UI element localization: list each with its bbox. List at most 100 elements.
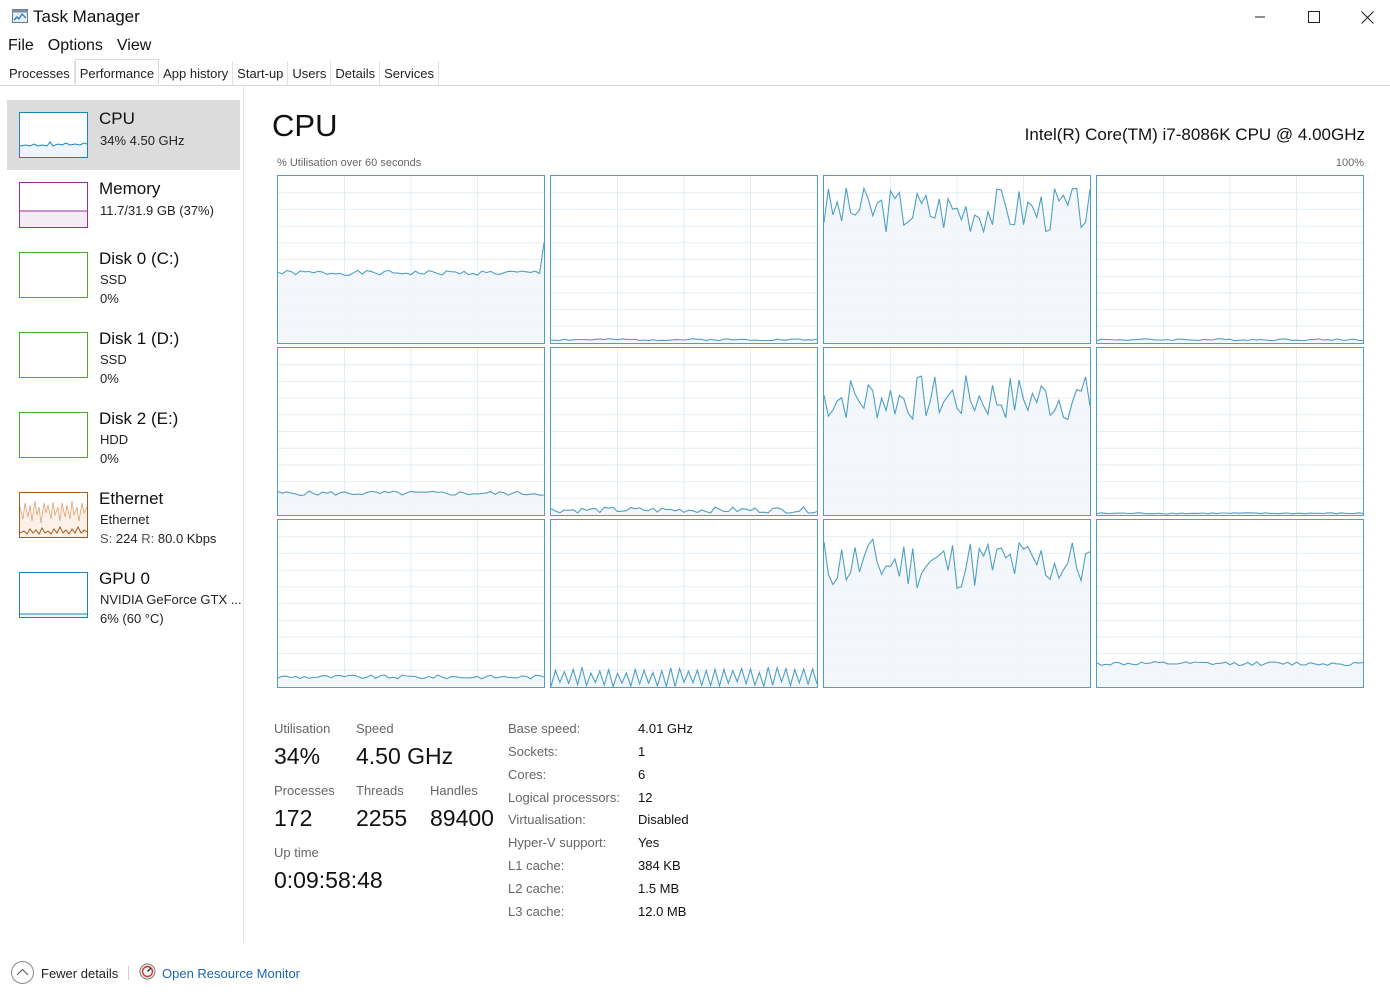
sidebar-item-cpu[interactable]: CPU 34% 4.50 GHz: [7, 100, 240, 170]
sidebar-item-disk-2-name: Disk 2 (E:): [99, 409, 179, 428]
ethernet-receive-label: R:: [141, 531, 155, 546]
cpu-core-graph-svg: [824, 348, 1090, 515]
tab-details[interactable]: Details: [331, 61, 381, 85]
graph-axis-label: % Utilisation over 60 seconds: [277, 157, 422, 169]
spec-value: 1: [638, 744, 646, 759]
sidebar-item-gpu-0-name: GPU 0: [99, 569, 151, 588]
sidebar-item-disk-0-name: Disk 0 (C:): [99, 249, 180, 268]
ethernet-mini-graph: [19, 492, 88, 538]
sidebar-item-gpu-0[interactable]: GPU 0 NVIDIA GeForce GTX ... 6% (60 °C): [7, 560, 242, 630]
sidebar-item-disk-2-type: HDD: [100, 432, 129, 447]
spec-value: Disabled: [638, 812, 689, 827]
sidebar-item-disk-1-name: Disk 1 (D:): [99, 329, 180, 348]
threads-value: 2255: [356, 805, 408, 831]
sidebar-item-disk-0-usage: 0%: [100, 291, 119, 306]
core-usage-area: [1097, 661, 1363, 687]
spec-label: Logical processors:: [508, 790, 620, 805]
processes-value: 172: [274, 805, 313, 831]
minimize-icon: [1255, 16, 1265, 18]
open-resource-monitor-link[interactable]: Open Resource Monitor: [162, 966, 300, 981]
tab-bar: Processes Performance App history Start-…: [0, 59, 1390, 86]
sidebar-item-disk-1-type: SSD: [100, 352, 127, 367]
sidebar-item-disk-2[interactable]: Disk 2 (E:) HDD 0%: [7, 400, 240, 470]
sidebar-item-disk-0[interactable]: Disk 0 (C:) SSD 0%: [7, 240, 240, 310]
sidebar-item-memory-usage: 11.7/31.9 GB (37%): [100, 203, 214, 218]
cpu-core-graph: [277, 175, 545, 344]
title-bar: Task Manager: [0, 0, 1390, 34]
fewer-details-button[interactable]: [11, 961, 34, 984]
sidebar-item-ethernet[interactable]: Ethernet Ethernet S: 224 R: 80.0 Kbps: [7, 480, 240, 550]
spec-value: 4.01 GHz: [638, 721, 693, 736]
cpu-core-graph: [1096, 175, 1364, 344]
cpu-core-graph-svg: [278, 348, 544, 515]
cpu-core-graph-svg: [1097, 348, 1363, 515]
core-usage-area: [824, 187, 1090, 343]
sidebar-item-disk-2-usage: 0%: [100, 451, 119, 466]
sidebar-item-cpu-name: CPU: [99, 109, 135, 128]
maximize-icon: [1308, 11, 1320, 23]
graph-axis-max: 100%: [1335, 157, 1364, 169]
cpu-core-graph-svg: [1097, 520, 1363, 687]
cpu-core-graph-svg: [278, 520, 544, 687]
cpu-core-graph: [1096, 519, 1364, 688]
minimize-button[interactable]: [1233, 0, 1287, 34]
spec-value: 12.0 MB: [638, 904, 687, 919]
menu-view[interactable]: View: [110, 34, 158, 58]
spec-label: Cores:: [508, 767, 547, 782]
cpu-core-graph: [277, 347, 545, 516]
sidebar-item-gpu-0-model: NVIDIA GeForce GTX ...: [100, 592, 242, 607]
spec-label: Sockets:: [508, 744, 558, 759]
tab-app-history[interactable]: App history: [159, 61, 234, 85]
spec-label: Base speed:: [508, 721, 581, 736]
tab-start-up[interactable]: Start-up: [233, 61, 289, 85]
resource-sidebar: CPU 34% 4.50 GHz Memory 11.7/31.9 GB (37…: [0, 86, 244, 942]
sidebar-item-memory[interactable]: Memory 11.7/31.9 GB (37%): [7, 170, 240, 240]
cpu-core-graph-svg: [1097, 176, 1363, 343]
close-button[interactable]: [1340, 0, 1390, 34]
uptime-value: 0:09:58:48: [274, 867, 383, 893]
cpu-core-graph: [1096, 347, 1364, 516]
speed-label: Speed: [356, 721, 394, 736]
maximize-button[interactable]: [1287, 0, 1341, 34]
tab-users[interactable]: Users: [288, 61, 332, 85]
page-title: CPU: [272, 108, 338, 143]
sidebar-item-disk-1-usage: 0%: [100, 371, 119, 386]
sidebar-item-gpu-0-usage: 6% (60 °C): [100, 611, 164, 626]
fewer-details-link[interactable]: Fewer details: [41, 966, 118, 981]
close-icon: [1360, 10, 1374, 24]
sidebar-item-disk-0-type: SSD: [100, 272, 127, 287]
cpu-core-graph-svg: [824, 176, 1090, 343]
tab-processes[interactable]: Processes: [5, 61, 75, 85]
tab-performance[interactable]: Performance: [74, 59, 160, 84]
cpu-core-graph: [550, 519, 818, 688]
spec-value: 12: [638, 790, 653, 805]
task-manager-app-icon: [12, 9, 28, 23]
sidebar-item-cpu-usage: 34% 4.50 GHz: [100, 133, 185, 148]
threads-label: Threads: [356, 783, 404, 798]
sidebar-item-memory-name: Memory: [99, 179, 161, 198]
cpu-model-name: Intel(R) Core(TM) i7-8086K CPU @ 4.00GHz: [1024, 125, 1365, 144]
spec-label: L3 cache:: [508, 904, 565, 919]
spec-value: Yes: [638, 835, 660, 850]
uptime-label: Up time: [274, 845, 319, 860]
ethernet-receive-value: 80.0 Kbps: [157, 531, 217, 546]
ethernet-send-value: 224: [115, 531, 138, 546]
chevron-up-icon: [16, 968, 29, 976]
footer-bar: Fewer details Open Resource Monitor: [0, 958, 1390, 990]
spec-label: Hyper-V support:: [508, 835, 607, 850]
cpu-core-graph-svg: [551, 176, 817, 343]
sidebar-item-disk-1[interactable]: Disk 1 (D:) SSD 0%: [7, 320, 240, 390]
menu-file[interactable]: File: [0, 34, 41, 58]
tab-services[interactable]: Services: [380, 61, 439, 85]
handles-value: 89400: [430, 805, 494, 831]
spec-label: Virtualisation:: [508, 812, 586, 827]
ethernet-send-label: S:: [100, 531, 113, 546]
resource-monitor-icon: [139, 963, 156, 980]
utilisation-value: 34%: [274, 743, 321, 769]
spec-value: 6: [638, 767, 646, 782]
menu-options[interactable]: Options: [41, 34, 110, 58]
cpu-core-graph: [823, 347, 1091, 516]
sidebar-item-ethernet-throughput: S: 224 R: 80.0 Kbps: [100, 531, 216, 546]
speed-value: 4.50 GHz: [356, 743, 454, 769]
cpu-mini-graph: [19, 112, 88, 158]
